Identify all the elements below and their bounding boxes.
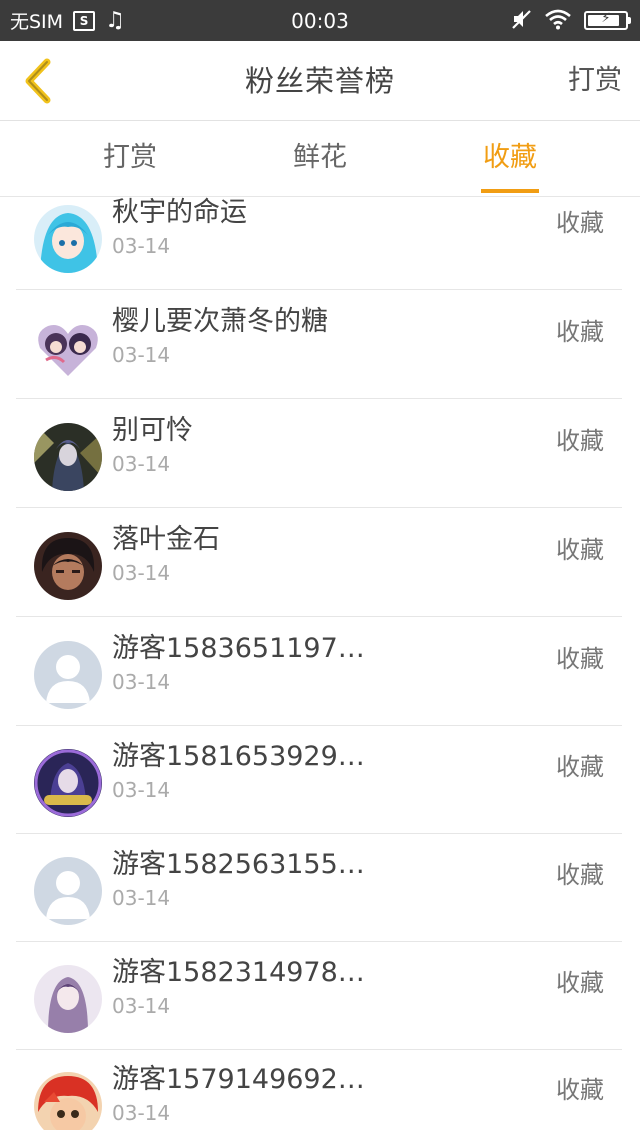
list-item[interactable]: 秋宇的命运 03-14 收藏 (16, 197, 622, 290)
list-item[interactable]: 游客1581653929… 03-14 收藏 (16, 726, 622, 834)
avatar (34, 1072, 102, 1130)
avatar (34, 965, 102, 1033)
avatar (34, 205, 102, 273)
favorite-label: 收藏 (556, 753, 604, 781)
favorite-label: 收藏 (556, 861, 604, 889)
default-user-icon (34, 641, 102, 709)
mute-icon (510, 8, 532, 34)
tab-flowers[interactable]: 鲜花 (230, 122, 410, 197)
tab-label: 收藏 (483, 142, 537, 173)
user-name: 别可怜 (112, 415, 193, 446)
user-name: 落叶金石 (112, 524, 220, 555)
status-right: ⚡ (510, 0, 631, 41)
list-item[interactable]: 樱儿要次萧冬的糖 03-14 收藏 (16, 291, 622, 399)
favorite-label: 收藏 (556, 969, 604, 997)
tip-button[interactable]: 打赏 (568, 41, 622, 121)
user-name: 樱儿要次萧冬的糖 (112, 306, 328, 337)
favorite-label: 收藏 (556, 318, 604, 346)
date-label: 03-14 (112, 1101, 171, 1125)
date-label: 03-14 (112, 561, 171, 585)
fan-list: 秋宇的命运 03-14 收藏 樱儿要次萧冬的糖 03-14 收藏 别可怜 03-… (0, 197, 640, 1130)
list-item[interactable]: 落叶金石 03-14 收藏 (16, 509, 622, 617)
tab-favorites[interactable]: 收藏 (420, 122, 600, 197)
favorite-label: 收藏 (556, 1076, 604, 1104)
tab-label: 鲜花 (293, 142, 347, 173)
user-name: 游客1579149692… (112, 1064, 365, 1095)
battery-charging-icon: ⚡ (584, 11, 631, 30)
user-name: 游客1582563155… (112, 849, 365, 880)
tab-bar: 打赏 鲜花 收藏 (0, 122, 640, 197)
avatar (34, 423, 102, 491)
list-item[interactable]: 游客1583651197… 03-14 收藏 (16, 618, 622, 726)
favorite-label: 收藏 (556, 645, 604, 673)
charging-bolt-icon: ⚡ (601, 11, 611, 26)
tab-tip[interactable]: 打赏 (40, 122, 220, 197)
favorite-label: 收藏 (556, 209, 604, 237)
date-label: 03-14 (112, 994, 171, 1018)
date-label: 03-14 (112, 234, 171, 258)
user-name: 游客1583651197… (112, 633, 365, 664)
favorite-label: 收藏 (556, 427, 604, 455)
user-name: 游客1581653929… (112, 741, 365, 772)
avatar (34, 314, 102, 382)
date-label: 03-14 (112, 670, 171, 694)
list-item[interactable]: 游客1582314978… 03-14 收藏 (16, 942, 622, 1050)
default-user-icon (34, 857, 102, 925)
page-title: 粉丝荣誉榜 (244, 64, 395, 98)
list-item[interactable]: 游客1582563155… 03-14 收藏 (16, 834, 622, 942)
date-label: 03-14 (112, 343, 171, 367)
user-name: 秋宇的命运 (112, 197, 247, 228)
status-bar: 无SIM S ♫ 00:03 ⚡ (0, 0, 640, 41)
favorite-label: 收藏 (556, 536, 604, 564)
date-label: 03-14 (112, 452, 171, 476)
date-label: 03-14 (112, 778, 171, 802)
date-label: 03-14 (112, 886, 171, 910)
user-name: 游客1582314978… (112, 957, 365, 988)
list-item[interactable]: 游客1579149692… 03-14 收藏 (16, 1049, 622, 1130)
wifi-icon (544, 8, 572, 34)
list-item[interactable]: 别可怜 03-14 收藏 (16, 400, 622, 508)
tab-label: 打赏 (103, 142, 157, 173)
avatar (34, 532, 102, 600)
avatar (34, 749, 102, 817)
active-tab-indicator (481, 189, 539, 193)
app-header: 粉丝荣誉榜 打赏 (0, 41, 640, 121)
